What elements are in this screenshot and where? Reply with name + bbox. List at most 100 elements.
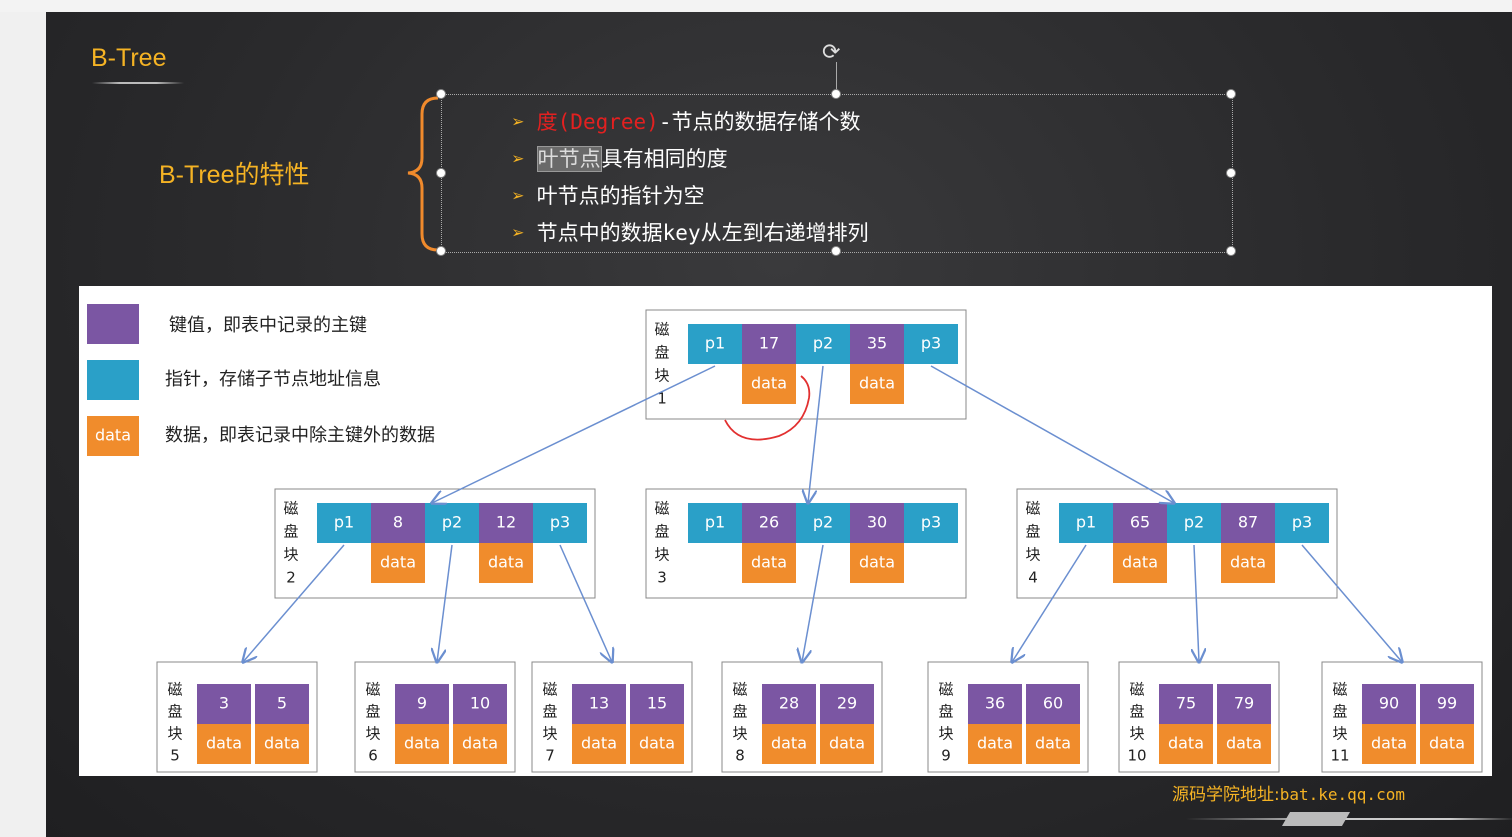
leaf-key-cell-text: 36 [985,694,1005,713]
block-number: 7 [545,747,555,765]
block-label-char: 盘 [1332,703,1347,721]
tree-arrow [1194,544,1199,662]
level2-data-cell-text: data [751,553,787,572]
leaf-data-cell-text: data [1429,734,1465,753]
tree-arrow [432,365,716,503]
root-pointer-cell-text: p3 [921,334,941,353]
tree-arrow [802,544,824,662]
block-label-char: 块 [365,725,380,743]
block-label-char: 磁 [283,500,298,518]
leaf-key-cell-text: 75 [1176,694,1196,713]
leaf-data-cell-text: data [1371,734,1407,753]
block-label-char: 块 [1129,725,1144,743]
block-number: 10 [1127,747,1146,765]
block-label-char: 块 [732,725,747,743]
root-data-cell-text: data [751,374,787,393]
block-label-char: 盘 [1025,523,1040,541]
level2-pointer-cell-text: p1 [1076,513,1096,532]
leaf-data-cell-text: data [264,734,300,753]
level2-key-cell-text: 12 [496,513,516,532]
bullet-item: ➢ 叶节点具有相同的度 [512,146,728,172]
leaf-data-cell-text: data [581,734,617,753]
arrow-bullet-icon: ➢ [512,110,525,134]
level2-data-cell-text: data [1230,553,1266,572]
footer-decoration [1281,812,1351,826]
footer-underline [1186,818,1512,820]
leaf-key-cell-text: 90 [1379,694,1399,713]
leaf-data-cell-text: data [829,734,865,753]
block-label-char: 块 [542,725,557,743]
footer-address: 源码学院地址:bat.ke.qq.com [1172,785,1405,805]
block-label-char: 块 [167,725,182,743]
block-label-char: 盘 [654,523,669,541]
block-label-char: 磁 [542,681,557,699]
leaf-key-cell-text: 13 [589,694,609,713]
legend-pointer-swatch [87,360,139,400]
bullet-item: ➢ 节点中的数据key从左到右递增排列 [512,221,869,245]
slide-canvas: B-Tree B-Tree的特性 ⟳ ➢ 度(Degree)-节点的数据存储个数 … [46,12,1512,837]
leaf-key-cell-text: 28 [779,694,799,713]
leaf-data-cell-text: data [639,734,675,753]
root-key-cell-text: 17 [759,334,779,353]
block-label-char: 块 [283,546,298,564]
block-label-char: 盘 [1129,703,1144,721]
level2-pointer-cell-text: p1 [705,513,725,532]
root-data-cell-text: data [859,374,895,393]
block-label-char: 磁 [167,681,182,699]
resize-handle-br[interactable] [1226,246,1236,256]
resize-handle-tl[interactable] [436,89,446,99]
bullet-list: ➢ 度(Degree)-节点的数据存储个数 ➢ 叶节点具有相同的度 ➢ 叶节点的指针为… [512,104,869,252]
level2-pointer-cell-text: p2 [813,513,833,532]
tree-arrow [437,544,453,662]
leaf-data-cell-text: data [1168,734,1204,753]
leaf-key-cell-text: 29 [837,694,857,713]
bullet-item: ➢ 叶节点的指针为空 [512,184,705,208]
tree-arrow [1012,544,1087,662]
leaf-key-cell-text: 60 [1043,694,1063,713]
block-number: 6 [368,747,378,765]
block-label-char: 磁 [654,321,669,339]
left-gutter [0,12,46,837]
arrow-bullet-icon: ➢ [512,184,525,208]
highlighted-text[interactable]: 叶节点 [536,146,602,172]
legend-data-swatch-text: data [95,426,131,445]
level2-pointer-cell-text: p2 [1184,513,1204,532]
level2-pointer-cell-text: p3 [550,513,570,532]
rotate-handle-icon[interactable]: ⟳ [822,40,840,65]
block-label-char: 盘 [542,703,557,721]
tree-arrow [808,365,824,503]
block-label-char: 磁 [1025,500,1040,518]
level2-data-cell-text: data [1122,553,1158,572]
level2-pointer-cell-text: p3 [921,513,941,532]
arrow-bullet-icon: ➢ [512,221,525,245]
level2-pointer-cell-text: p1 [334,513,354,532]
block-label-char: 磁 [1129,681,1144,699]
level2-pointer-cell-text: p2 [442,513,462,532]
block-label-char: 块 [938,725,953,743]
resize-handle-r[interactable] [1226,168,1236,178]
leaf-key-cell-text: 3 [219,694,229,713]
block-label-char: 盘 [365,703,380,721]
block-label-char: 盘 [283,523,298,541]
tree-arrow [930,365,1174,503]
leaf-data-cell-text: data [1035,734,1071,753]
leaf-data-cell-text: data [206,734,242,753]
block-label-char: 磁 [938,681,953,699]
block-label-char: 盘 [732,703,747,721]
level2-key-cell-text: 26 [759,513,779,532]
level2-key-cell-text: 30 [867,513,887,532]
block-label-char: 磁 [1332,681,1347,699]
root-pointer-cell-text: p1 [705,334,725,353]
tree-arrow [1301,544,1402,662]
btree-diagram-panel: 键值，即表中记录的主键 指针，存储子节点地址信息 data 数据，即表记录中除主键外的… [79,286,1492,776]
resize-handle-l[interactable] [436,168,446,178]
arrow-bullet-icon: ➢ [512,147,525,171]
legend-key-text: 键值，即表中记录的主键 [169,315,367,336]
resize-handle-t[interactable] [831,89,841,99]
block-number: 11 [1330,747,1349,765]
block-number: 9 [941,747,951,765]
resize-handle-bl[interactable] [436,246,446,256]
block-label-char: 块 [1025,546,1040,564]
resize-handle-tr[interactable] [1226,89,1236,99]
leaf-key-cell-text: 99 [1437,694,1457,713]
